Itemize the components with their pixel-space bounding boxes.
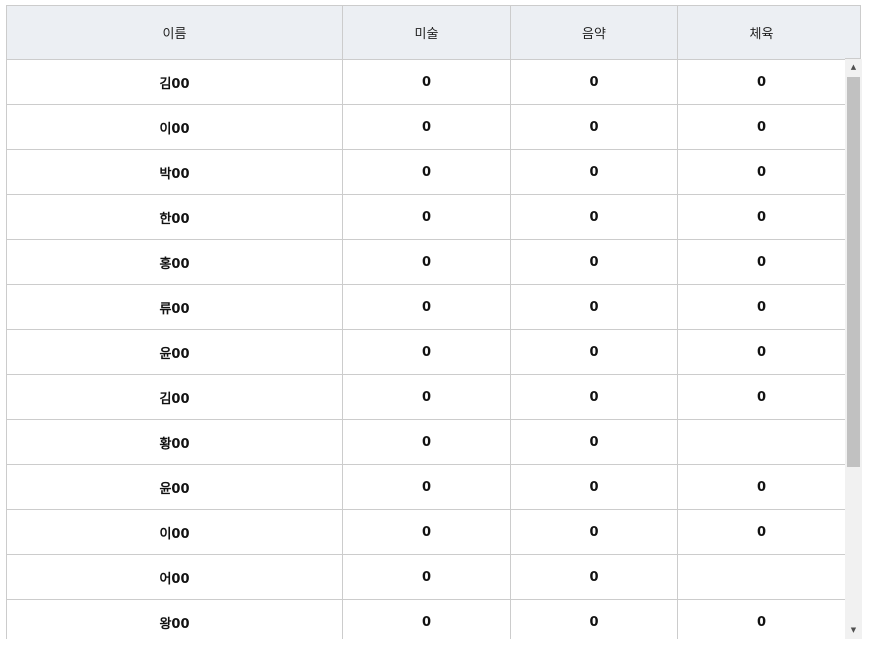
cell-name[interactable]: 류00 [6, 284, 343, 330]
cell-art[interactable]: 0 [342, 239, 511, 285]
cell-name[interactable]: 어00 [6, 554, 343, 600]
table-row[interactable]: 김00 0 0 0 [6, 59, 846, 105]
cell-music[interactable]: 0 [510, 239, 678, 285]
cell-name[interactable]: 김00 [6, 374, 343, 420]
cell-pe[interactable]: 0 [677, 59, 846, 105]
header-scroll-filler [845, 5, 861, 59]
cell-art[interactable]: 0 [342, 284, 511, 330]
cell-art[interactable]: 0 [342, 104, 511, 150]
table-row[interactable]: 류00 0 0 0 [6, 284, 846, 330]
table-row[interactable]: 박00 0 0 0 [6, 149, 846, 195]
grade-grid: 이름 미술 음약 체육 김00 0 0 0 이00 0 0 0 박00 0 0 0 한00 0 0 0 홍00 0… [6, 5, 862, 639]
cell-pe[interactable]: 0 [677, 599, 846, 639]
cell-music[interactable]: 0 [510, 374, 678, 420]
triangle-up-icon[interactable]: ▲ [845, 59, 862, 76]
table-header: 이름 미술 음약 체육 [6, 5, 846, 60]
cell-art[interactable]: 0 [342, 599, 511, 639]
cell-music[interactable]: 0 [510, 329, 678, 375]
cell-music[interactable]: 0 [510, 554, 678, 600]
cell-art[interactable]: 0 [342, 329, 511, 375]
cell-music[interactable]: 0 [510, 509, 678, 555]
column-header-pe[interactable]: 체육 [677, 5, 846, 60]
cell-name[interactable]: 이00 [6, 509, 343, 555]
cell-art[interactable]: 0 [342, 149, 511, 195]
cell-name[interactable]: 박00 [6, 149, 343, 195]
table-body: 김00 0 0 0 이00 0 0 0 박00 0 0 0 한00 0 0 0 홍00 0 0 0 류00 0 0 0 윤00 0… [6, 59, 846, 639]
cell-name[interactable]: 윤00 [6, 329, 343, 375]
header-row: 이름 미술 음약 체육 [6, 5, 846, 60]
cell-music[interactable]: 0 [510, 104, 678, 150]
vertical-scrollbar[interactable]: ▲ ▼ [845, 59, 862, 639]
cell-name[interactable]: 김00 [6, 59, 343, 105]
cell-pe[interactable]: 0 [677, 374, 846, 420]
table-row[interactable]: 황00 0 0 [6, 419, 846, 465]
table-row[interactable]: 윤00 0 0 0 [6, 329, 846, 375]
cell-art[interactable]: 0 [342, 464, 511, 510]
cell-art[interactable]: 0 [342, 59, 511, 105]
cell-music[interactable]: 0 [510, 59, 678, 105]
cell-name[interactable]: 황00 [6, 419, 343, 465]
table-row[interactable]: 한00 0 0 0 [6, 194, 846, 240]
scrollbar-thumb[interactable] [847, 77, 860, 467]
cell-art[interactable]: 0 [342, 509, 511, 555]
table-row[interactable]: 윤00 0 0 0 [6, 464, 846, 510]
table-row[interactable]: 이00 0 0 0 [6, 104, 846, 150]
cell-name[interactable]: 홍00 [6, 239, 343, 285]
cell-art[interactable]: 0 [342, 419, 511, 465]
cell-pe[interactable]: 0 [677, 329, 846, 375]
cell-name[interactable]: 이00 [6, 104, 343, 150]
cell-pe[interactable]: 0 [677, 239, 846, 285]
cell-name[interactable]: 윤00 [6, 464, 343, 510]
grade-table: 이름 미술 음약 체육 김00 0 0 0 이00 0 0 0 박00 0 0 0 한00 0 0 0 홍00 0… [6, 5, 846, 639]
cell-art[interactable]: 0 [342, 554, 511, 600]
cell-pe[interactable]: 0 [677, 464, 846, 510]
column-header-name[interactable]: 이름 [6, 5, 343, 60]
table-row[interactable]: 김00 0 0 0 [6, 374, 846, 420]
cell-music[interactable]: 0 [510, 149, 678, 195]
table-row[interactable]: 홍00 0 0 0 [6, 239, 846, 285]
cell-music[interactable]: 0 [510, 464, 678, 510]
table-row[interactable]: 어00 0 0 [6, 554, 846, 600]
cell-pe[interactable]: 0 [677, 104, 846, 150]
cell-pe[interactable]: 0 [677, 194, 846, 240]
column-header-music[interactable]: 음약 [510, 5, 678, 60]
cell-name[interactable]: 한00 [6, 194, 343, 240]
triangle-down-icon[interactable]: ▼ [845, 622, 862, 639]
cell-name[interactable]: 왕00 [6, 599, 343, 639]
cell-music[interactable]: 0 [510, 194, 678, 240]
cell-pe[interactable] [677, 419, 846, 465]
cell-music[interactable]: 0 [510, 599, 678, 639]
cell-pe[interactable]: 0 [677, 284, 846, 330]
table-row[interactable]: 왕00 0 0 0 [6, 599, 846, 639]
cell-music[interactable]: 0 [510, 284, 678, 330]
cell-music[interactable]: 0 [510, 419, 678, 465]
cell-pe[interactable]: 0 [677, 149, 846, 195]
cell-pe[interactable]: 0 [677, 509, 846, 555]
cell-pe[interactable] [677, 554, 846, 600]
cell-art[interactable]: 0 [342, 374, 511, 420]
table-row[interactable]: 이00 0 0 0 [6, 509, 846, 555]
cell-art[interactable]: 0 [342, 194, 511, 240]
column-header-art[interactable]: 미술 [342, 5, 511, 60]
